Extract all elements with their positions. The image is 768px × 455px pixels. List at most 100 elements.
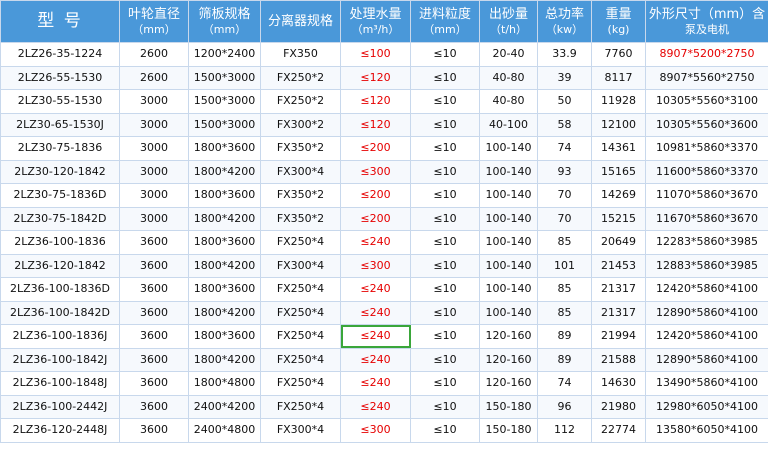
separator-cell: FX250*4 <box>260 230 341 255</box>
output-cell: 40-80 <box>479 65 538 90</box>
power-cell: 39 <box>537 65 592 90</box>
header-label: 进料粒度 <box>418 7 471 22</box>
table-row: 2LZ26-35-1224 2600 1200*2400 FX350 ≤100 ≤10 20… <box>0 42 768 67</box>
table-row: 2LZ30-120-1842 3000 1800*4200 FX300*4 ≤300 ≤1… <box>0 159 768 184</box>
table-row: 2LZ36-100-2442J 3600 2400*4200 FX250*4 ≤240 ≤… <box>0 394 768 419</box>
model-cell: 2LZ26-55-1530 <box>0 65 120 90</box>
screen-cell: 1500*3000 <box>188 112 261 137</box>
header-label: 重量 <box>605 7 632 22</box>
table-row: 2LZ30-75-1836D 3000 1800*3600 FX350*2 ≤200 ≤1… <box>0 183 768 208</box>
impeller-cell: 3600 <box>119 347 189 372</box>
water-cell: ≤300 <box>340 253 411 278</box>
dimension-cell: 12420*5860*4100 <box>645 324 768 349</box>
header-sand-output: 出砂量 （t/h） <box>479 0 538 43</box>
impeller-cell: 3600 <box>119 394 189 419</box>
dimension-cell: 12420*5860*4100 <box>645 277 768 302</box>
separator-cell: FX300*2 <box>260 112 341 137</box>
table-body: 2LZ26-35-1224 2600 1200*2400 FX350 ≤100 ≤10 20… <box>0 42 768 443</box>
output-cell: 100-140 <box>479 136 538 161</box>
model-cell: 2LZ36-100-1848J <box>0 371 120 396</box>
feed-cell: ≤10 <box>410 300 480 325</box>
water-cell: ≤240 <box>340 394 411 419</box>
impeller-cell: 3600 <box>119 277 189 302</box>
table-row: 2LZ26-55-1530 2600 1500*3000 FX250*2 ≤120 ≤10… <box>0 65 768 90</box>
header-unit: （mm） <box>132 23 176 36</box>
weight-cell: 21317 <box>591 277 646 302</box>
output-cell: 100-140 <box>479 300 538 325</box>
table-row: 2LZ30-75-1836 3000 1800*3600 FX350*2 ≤200 ≤10… <box>0 136 768 161</box>
water-cell: ≤200 <box>340 136 411 161</box>
weight-cell: 8117 <box>591 65 646 90</box>
power-cell: 112 <box>537 418 592 443</box>
feed-cell: ≤10 <box>410 230 480 255</box>
model-cell: 2LZ36-100-1842J <box>0 347 120 372</box>
separator-cell: FX250*2 <box>260 89 341 114</box>
dimension-cell: 11600*5860*3370 <box>645 159 768 184</box>
separator-cell: FX300*4 <box>260 418 341 443</box>
output-cell: 40-100 <box>479 112 538 137</box>
separator-cell: FX250*4 <box>260 347 341 372</box>
weight-cell: 21980 <box>591 394 646 419</box>
output-cell: 120-160 <box>479 324 538 349</box>
spec-table: 型 号 叶轮直径 （mm） 筛板规格 （mm） 分离器规格 处理水量 （m³/h） 进… <box>0 0 768 443</box>
water-cell: ≤100 <box>340 42 411 67</box>
power-cell: 89 <box>537 324 592 349</box>
output-cell: 100-140 <box>479 183 538 208</box>
model-cell: 2LZ36-120-1842 <box>0 253 120 278</box>
screen-cell: 1500*3000 <box>188 65 261 90</box>
output-cell: 150-180 <box>479 418 538 443</box>
header-unit: （kw） <box>545 23 584 36</box>
separator-cell: FX250*4 <box>260 300 341 325</box>
water-cell: ≤300 <box>340 418 411 443</box>
model-cell: 2LZ36-100-1842D <box>0 300 120 325</box>
separator-cell: FX250*4 <box>260 324 341 349</box>
weight-cell: 21994 <box>591 324 646 349</box>
separator-cell: FX350*2 <box>260 183 341 208</box>
output-cell: 150-180 <box>479 394 538 419</box>
feed-cell: ≤10 <box>410 42 480 67</box>
feed-cell: ≤10 <box>410 206 480 231</box>
impeller-cell: 3600 <box>119 418 189 443</box>
table-row: 2LZ36-100-1848J 3600 1800*4800 FX250*4 ≤240 ≤… <box>0 371 768 396</box>
header-row: 型 号 叶轮直径 （mm） 筛板规格 （mm） 分离器规格 处理水量 （m³/h） 进… <box>0 0 768 43</box>
power-cell: 70 <box>537 206 592 231</box>
weight-cell: 21453 <box>591 253 646 278</box>
screen-cell: 1800*3600 <box>188 230 261 255</box>
dimension-cell: 12890*5860*4100 <box>645 300 768 325</box>
table-row: 2LZ36-120-1842 3600 1800*4200 FX300*4 ≤300 ≤1… <box>0 253 768 278</box>
header-unit: （mm） <box>423 23 467 36</box>
dimension-cell: 12980*6050*4100 <box>645 394 768 419</box>
dimension-cell: 12883*5860*3985 <box>645 253 768 278</box>
dimension-cell: 12283*5860*3985 <box>645 230 768 255</box>
dimension-cell: 12890*5860*4100 <box>645 347 768 372</box>
water-cell: ≤200 <box>340 206 411 231</box>
output-cell: 100-140 <box>479 206 538 231</box>
screen-cell: 1800*4200 <box>188 253 261 278</box>
model-cell: 2LZ36-100-1836D <box>0 277 120 302</box>
water-cell: ≤240 <box>340 300 411 325</box>
model-cell: 2LZ30-55-1530 <box>0 89 120 114</box>
water-cell: ≤240 <box>340 324 411 349</box>
dimension-cell: 10981*5860*3370 <box>645 136 768 161</box>
table-row: 2LZ30-75-1842D 3000 1800*4200 FX350*2 ≤200 ≤1… <box>0 206 768 231</box>
weight-cell: 14361 <box>591 136 646 161</box>
model-cell: 2LZ30-65-1530J <box>0 112 120 137</box>
header-unit: （m³/h） <box>351 23 400 36</box>
weight-cell: 22774 <box>591 418 646 443</box>
model-cell: 2LZ36-100-2442J <box>0 394 120 419</box>
output-cell: 120-160 <box>479 371 538 396</box>
separator-cell: FX250*4 <box>260 394 341 419</box>
impeller-cell: 3000 <box>119 183 189 208</box>
screen-cell: 1500*3000 <box>188 89 261 114</box>
table-row: 2LZ36-100-1842J 3600 1800*4200 FX250*4 ≤240 ≤… <box>0 347 768 372</box>
dimension-cell: 10305*5560*3100 <box>645 89 768 114</box>
separator-cell: FX350 <box>260 42 341 67</box>
weight-cell: 12100 <box>591 112 646 137</box>
separator-cell: FX250*4 <box>260 277 341 302</box>
power-cell: 101 <box>537 253 592 278</box>
header-label: 筛板规格 <box>198 7 251 22</box>
impeller-cell: 3600 <box>119 371 189 396</box>
separator-cell: FX350*2 <box>260 136 341 161</box>
impeller-cell: 3600 <box>119 230 189 255</box>
dimension-cell: 13490*5860*4100 <box>645 371 768 396</box>
